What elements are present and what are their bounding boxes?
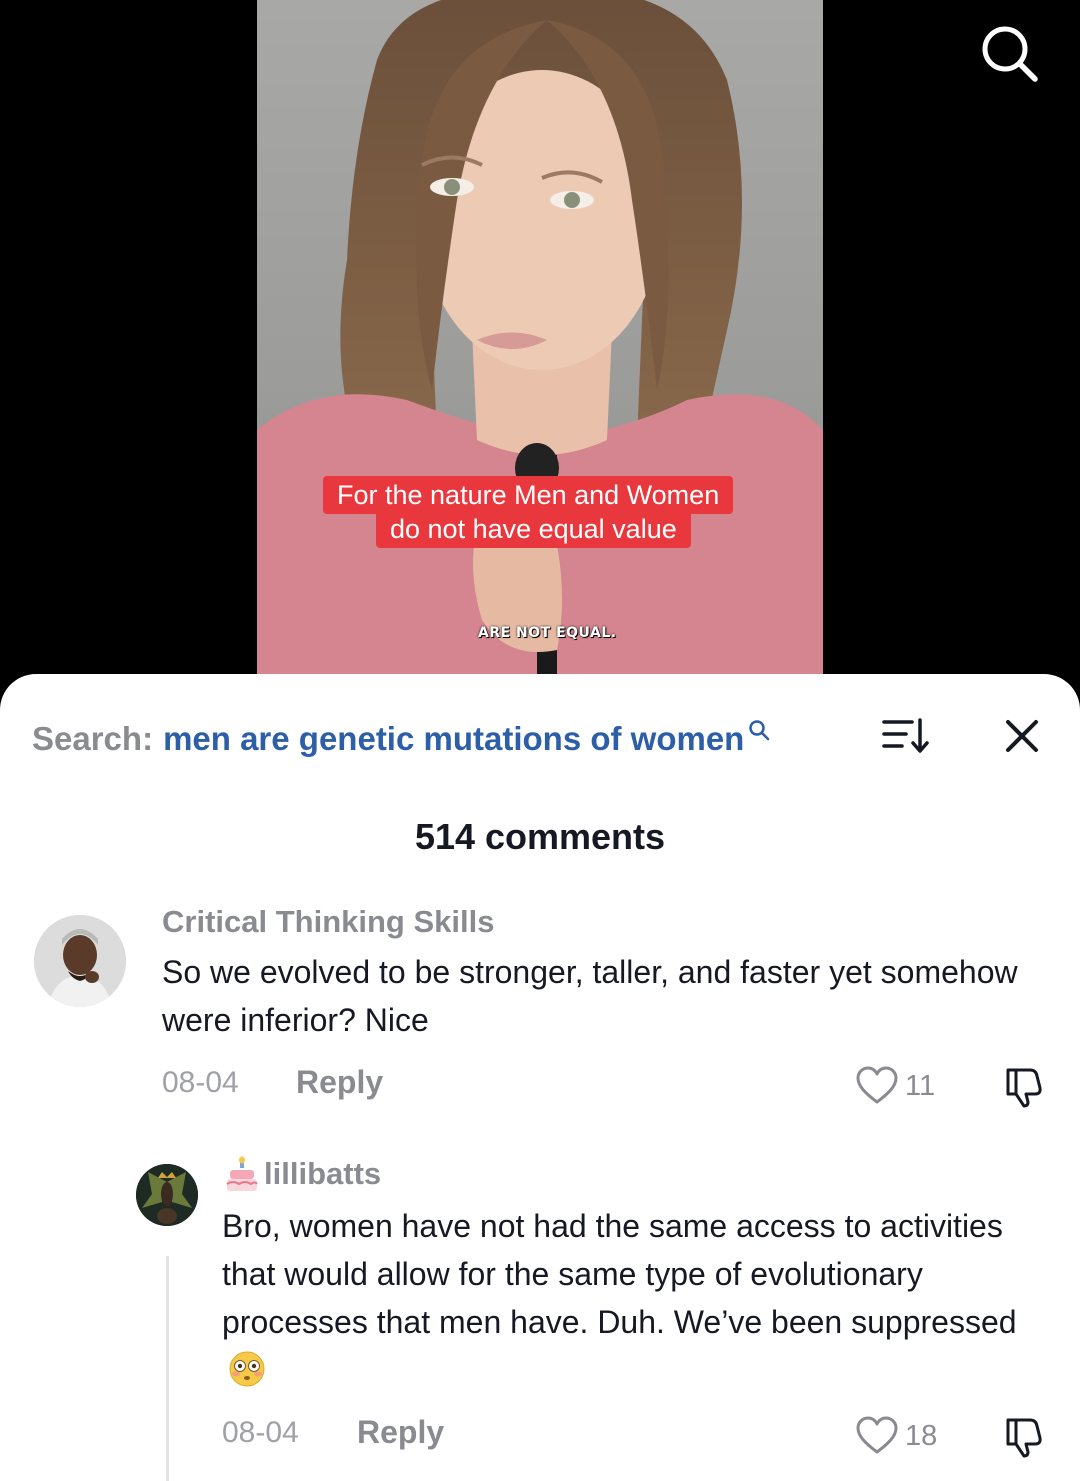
search-small-icon (749, 720, 770, 741)
cake-badge-icon (226, 1156, 258, 1191)
comment-search-bar[interactable]: Search: men are genetic mutations of wom… (32, 714, 770, 764)
reply-button[interactable]: Reply (296, 1064, 383, 1101)
video-scene-illustration (257, 0, 823, 700)
reply-thread-line (166, 1256, 169, 1481)
video-caption-line-1: For the nature Men and Women (323, 476, 734, 514)
avatar[interactable] (34, 915, 126, 1007)
like-button[interactable]: 11 (855, 1066, 935, 1106)
comment-username[interactable]: lillibatts (264, 1156, 381, 1192)
like-count: 18 (905, 1419, 938, 1452)
reply-button[interactable]: Reply (357, 1414, 444, 1451)
heart-icon (856, 1416, 898, 1454)
thumbs-down-icon[interactable] (1000, 1064, 1044, 1108)
comment-text: Bro, women have not had the same access … (222, 1202, 1052, 1394)
close-icon[interactable] (1002, 716, 1042, 756)
comment-text-body: Bro, women have not had the same access … (222, 1208, 1017, 1340)
heart-icon (856, 1066, 898, 1104)
avatar[interactable] (136, 1164, 198, 1226)
flushed-face-emoji (229, 1351, 265, 1387)
video-player[interactable]: For the nature Men and Women do not have… (0, 0, 1080, 700)
video-overlay-text: ARE NOT EQUAL. (478, 625, 617, 641)
video-caption-line-2: do not have equal value (376, 510, 691, 548)
thumbs-down-icon[interactable] (1000, 1414, 1044, 1458)
video-frame (257, 0, 823, 700)
comment-text: So we evolved to be stronger, taller, an… (162, 954, 1018, 1038)
search-prefix-label: Search: (32, 720, 154, 757)
comment-date: 08-04 (222, 1416, 299, 1449)
comment-username[interactable]: Critical Thinking Skills (162, 904, 494, 940)
like-button[interactable]: 18 (855, 1416, 937, 1456)
comments-sheet: Search: men are genetic mutations of wom… (0, 674, 1080, 1481)
comment-date: 08-04 (162, 1066, 239, 1099)
sort-icon[interactable] (882, 716, 930, 756)
search-icon[interactable] (978, 22, 1040, 84)
like-count: 11 (905, 1069, 936, 1102)
search-query-link[interactable]: men are genetic mutations of women (163, 720, 744, 758)
comment-count-title: 514 comments (414, 816, 666, 857)
